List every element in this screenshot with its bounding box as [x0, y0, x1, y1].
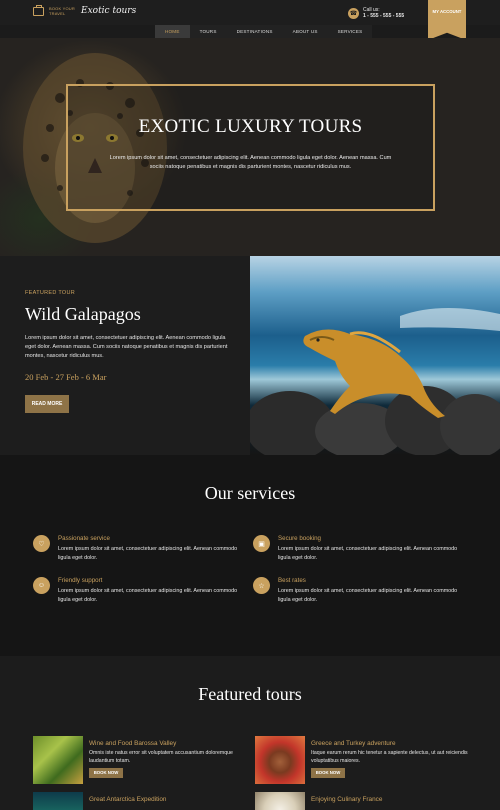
calendar-icon: ▣ [253, 535, 270, 552]
site-logo[interactable]: Exotic tours [81, 6, 136, 16]
suitcase-icon [33, 4, 44, 16]
star-icon: ☆ [253, 577, 270, 594]
hero-banner: EXOTIC LUXURY TOURS Lorem ipsum dolor si… [0, 38, 500, 256]
my-account-button[interactable]: MY ACCOUNT [428, 0, 466, 40]
nav-item-destinations[interactable]: DESTINATIONS [227, 25, 283, 38]
tour-text: Omnis iste natus error sit voluptatem ac… [89, 750, 233, 765]
featured-tours-title: Featured tours [198, 684, 302, 704]
top-bar: BOOK YOUR TRAVEL Exotic tours ☎ Call us:… [0, 0, 500, 25]
service-title: Passionate service [58, 535, 110, 542]
services-section: Our services ♡ Passionate service Lorem … [0, 455, 500, 656]
service-text: Lorem ipsum dolor sit amet, consectetuer… [278, 546, 458, 561]
tour-title[interactable]: Enjoying Culinary France [311, 796, 382, 803]
featured-tour-description: Lorem ipsum dolor sit amet, consectetuer… [25, 335, 228, 359]
smiley-icon: ☺ [33, 577, 50, 594]
featured-tour-dates: 20 Feb - 27 Feb - 6 Mar [25, 372, 107, 382]
tour-title[interactable]: Wine and Food Barossa Valley [89, 740, 176, 747]
book-your-travel-label: BOOK YOUR TRAVEL [49, 6, 75, 16]
tour-card: Great Antarctica Expedition [33, 792, 243, 810]
service-title: Best rates [278, 577, 306, 584]
service-text: Lorem ipsum dolor sit amet, consectetuer… [58, 546, 238, 561]
service-title: Secure booking [278, 535, 321, 542]
nav-item-tours[interactable]: TOURS [190, 25, 227, 38]
services-title: Our services [204, 483, 296, 503]
tour-title[interactable]: Great Antarctica Expedition [89, 796, 166, 803]
featured-tour-title: Wild Galapagos [25, 304, 141, 324]
tour-card: Wine and Food Barossa Valley Omnis iste … [33, 736, 243, 784]
hero-title: EXOTIC LUXURY TOURS [138, 116, 363, 137]
my-account-label: MY ACCOUNT [432, 9, 462, 14]
brand[interactable]: BOOK YOUR TRAVEL Exotic tours [33, 4, 136, 16]
tour-image[interactable] [33, 736, 83, 784]
phone-number[interactable]: 1 - 555 - 555 - 555 [363, 13, 404, 19]
service-text: Lorem ipsum dolor sit amet, consectetuer… [58, 588, 238, 603]
featured-tour: FEATURED TOUR Wild Galapagos Lorem ipsum… [0, 256, 500, 455]
tour-text: Itaque earum rerum hic tenetur a sapient… [311, 750, 468, 765]
nav-item-services[interactable]: SERVICES [328, 25, 373, 38]
featured-tours-section: Featured tours Wine and Food Barossa Val… [0, 656, 500, 810]
nav-item-about-us[interactable]: ABOUT US [283, 25, 328, 38]
featured-tour-label: FEATURED TOUR [25, 290, 76, 296]
tour-image[interactable] [33, 792, 83, 810]
nav-item-home[interactable]: HOME [155, 25, 190, 38]
phone-icon: ☎ [348, 7, 359, 19]
tour-title[interactable]: Greece and Turkey adventure [311, 740, 396, 747]
read-more-button[interactable]: READ MORE [25, 395, 69, 413]
tour-image[interactable] [255, 736, 305, 784]
iguana-image [250, 256, 500, 455]
heart-icon: ♡ [33, 535, 50, 552]
tour-card: Greece and Turkey adventure Itaque earum… [255, 736, 468, 784]
service-text: Lorem ipsum dolor sit amet, consectetuer… [278, 588, 458, 603]
main-nav: HOME TOURS DESTINATIONS ABOUT US SERVICE… [155, 25, 373, 38]
tour-image[interactable] [255, 792, 305, 810]
service-title: Friendly support [58, 577, 103, 584]
hero-text: Lorem ipsum dolor sit amet, consectetuer… [109, 155, 392, 170]
tour-card: Enjoying Culinary France [255, 792, 465, 810]
book-now-button[interactable]: BOOK NOW [89, 768, 123, 778]
call-us: ☎ Call us: 1 - 555 - 555 - 555 [348, 7, 404, 19]
hero-frame: EXOTIC LUXURY TOURS Lorem ipsum dolor si… [66, 84, 435, 211]
book-now-button[interactable]: BOOK NOW [311, 768, 345, 778]
